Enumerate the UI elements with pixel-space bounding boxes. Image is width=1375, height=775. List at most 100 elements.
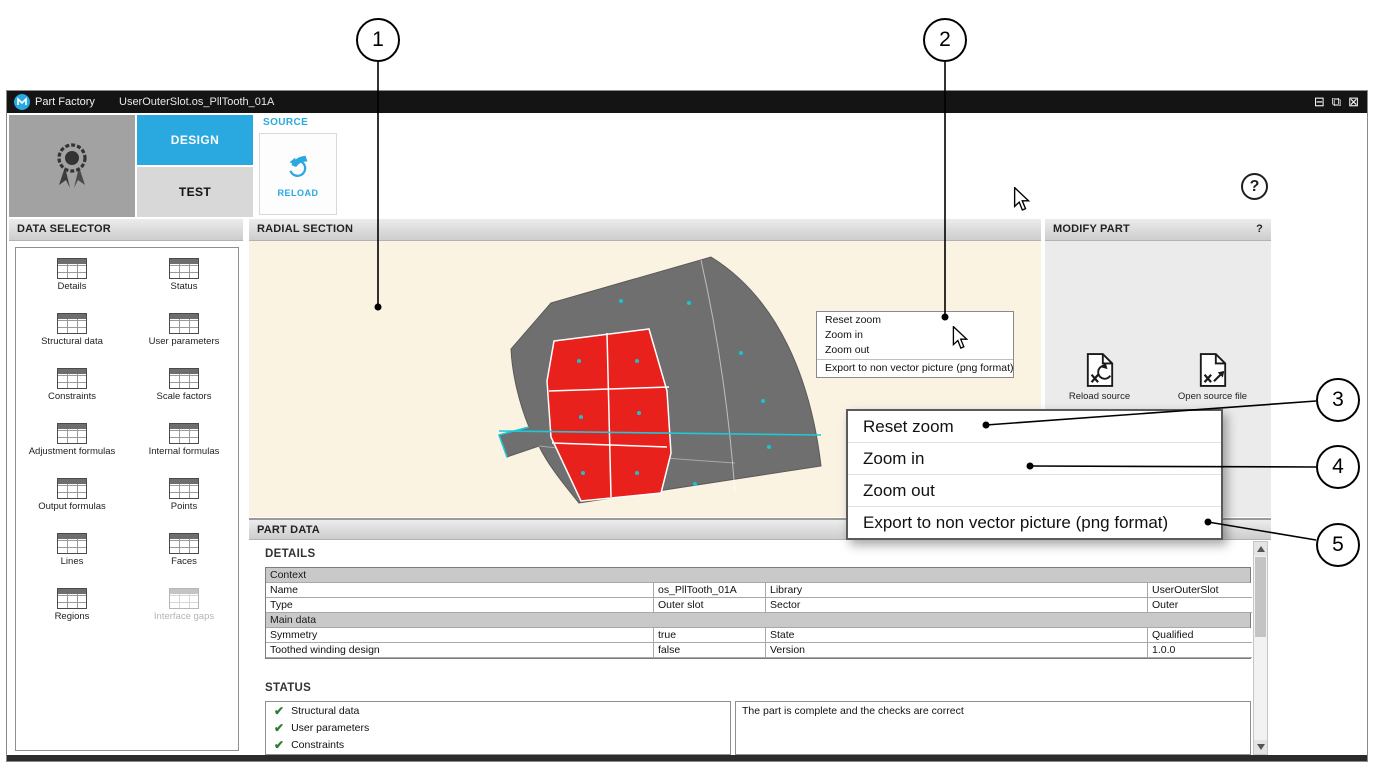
item-label: Details: [57, 282, 86, 292]
cell-key: Toothed winding design: [266, 643, 654, 658]
open-source-file-button[interactable]: Open source file: [1178, 353, 1247, 402]
app-title: Part Factory: [35, 91, 95, 113]
close-icon[interactable]: ⊠: [1348, 91, 1359, 113]
mouse-cursor-icon: [952, 326, 968, 350]
status-checks-list: ✔ Structural data ✔ User parameters ✔ Co…: [265, 701, 731, 755]
table-icon: [57, 313, 87, 334]
item-label: Interface gaps: [154, 612, 214, 622]
cell-value: Outer slot: [654, 598, 766, 613]
data-selector-item-internal-formulas[interactable]: Internal formulas: [128, 423, 240, 478]
data-selector-item-structural-data[interactable]: Structural data: [16, 313, 128, 368]
data-selector-item-output-formulas[interactable]: Output formulas: [16, 478, 128, 533]
open-source-file-icon: [1198, 353, 1228, 387]
data-selector-item-faces[interactable]: Faces: [128, 533, 240, 588]
data-selector-item-scale-factors[interactable]: Scale factors: [128, 368, 240, 423]
cell-key: Type: [266, 598, 654, 613]
document-title: UserOuterSlot.os_PllTooth_01A: [119, 91, 274, 113]
data-selector-item-user-parameters[interactable]: User parameters: [128, 313, 240, 368]
help-button[interactable]: ?: [1241, 173, 1268, 200]
callout-5: 5: [1316, 523, 1360, 567]
table-section-row: Main data: [266, 613, 1250, 628]
menu-item-zoom-in[interactable]: Zoom in: [817, 328, 1013, 343]
data-selector-item-status[interactable]: Status: [128, 258, 240, 313]
item-label: Regions: [55, 612, 90, 622]
data-selector-item-details[interactable]: Details: [16, 258, 128, 313]
item-label: Adjustment formulas: [29, 447, 116, 457]
data-selector-panel: Details Status Structural data User para…: [15, 247, 239, 751]
restore-icon[interactable]: ⧉: [1332, 91, 1341, 113]
item-label: Scale factors: [157, 392, 212, 402]
reload-button-label: RELOAD: [278, 188, 319, 198]
menu-item-export-png[interactable]: Export to non vector picture (png format…: [848, 507, 1221, 538]
table-row: Name os_PllTooth_01A Library UserOuterSl…: [266, 583, 1250, 598]
cell-key: Name: [266, 583, 654, 598]
menu-item-zoom-out[interactable]: Zoom out: [817, 343, 1013, 358]
mouse-cursor-icon: [1013, 187, 1030, 212]
table-icon: [169, 313, 199, 334]
check-icon: ✔: [274, 738, 284, 752]
source-group: SOURCE RELOAD: [257, 115, 341, 217]
data-selector-item-constraints[interactable]: Constraints: [16, 368, 128, 423]
item-label: Status: [171, 282, 198, 292]
part-badge-button[interactable]: [9, 115, 135, 217]
table-row: Type Outer slot Sector Outer: [266, 598, 1250, 613]
check-icon: ✔: [274, 704, 284, 718]
menu-item-zoom-out[interactable]: Zoom out: [848, 475, 1221, 507]
panel-help-icon[interactable]: ?: [1256, 219, 1263, 240]
context-menu-zoomed: Reset zoom Zoom in Zoom out Export to no…: [846, 409, 1223, 540]
item-label: Output formulas: [38, 502, 106, 512]
cell-key: Library: [766, 583, 1148, 598]
menu-item-zoom-in[interactable]: Zoom in: [848, 443, 1221, 475]
modify-part-header: MODIFY PART ?: [1045, 219, 1271, 241]
reload-source-label: Reload source: [1069, 391, 1130, 402]
scrollbar-thumb[interactable]: [1255, 557, 1266, 637]
data-selector-item-points[interactable]: Points: [128, 478, 240, 533]
item-label: Lines: [61, 557, 84, 567]
minimize-icon[interactable]: ⊟: [1314, 91, 1325, 113]
data-selector-grid: Details Status Structural data User para…: [16, 248, 238, 643]
table-icon: [57, 533, 87, 554]
status-section-title: STATUS: [265, 682, 311, 694]
item-label: User parameters: [149, 337, 220, 347]
context-menu: Reset zoom Zoom in Zoom out Export to no…: [816, 311, 1014, 378]
menu-item-reset-zoom[interactable]: Reset zoom: [848, 411, 1221, 443]
scroll-up-icon[interactable]: [1254, 542, 1267, 556]
part-data-panel: DETAILS Context Name os_PllTooth_01A Lib…: [249, 540, 1271, 755]
cell-value: Qualified: [1148, 628, 1252, 643]
test-tab-button[interactable]: TEST: [137, 167, 253, 217]
item-label: Points: [171, 502, 197, 512]
design-tab-button[interactable]: DESIGN: [137, 115, 253, 165]
details-section-title: DETAILS: [265, 548, 315, 560]
reload-source-button[interactable]: Reload source: [1069, 353, 1130, 402]
part-data-scrollbar[interactable]: [1253, 541, 1268, 755]
table-section-row: Context: [266, 568, 1250, 583]
table-icon: [169, 258, 199, 279]
scroll-down-icon[interactable]: [1254, 740, 1267, 754]
item-label: Structural data: [41, 337, 103, 347]
data-selector-item-interface-gaps: Interface gaps: [128, 588, 240, 643]
menu-item-export-png[interactable]: Export to non vector picture (png format…: [817, 361, 1013, 376]
app-window: Part Factory UserOuterSlot.os_PllTooth_0…: [6, 90, 1368, 762]
data-selector-item-adjustment-formulas[interactable]: Adjustment formulas: [16, 423, 128, 478]
status-message: The part is complete and the checks are …: [742, 705, 964, 717]
data-selector-item-regions[interactable]: Regions: [16, 588, 128, 643]
cell-key: Version: [766, 643, 1148, 658]
status-check-label: Structural data: [291, 705, 359, 717]
table-row: Toothed winding design false Version 1.0…: [266, 643, 1250, 658]
medal-icon: [50, 141, 94, 191]
data-selector-item-lines[interactable]: Lines: [16, 533, 128, 588]
source-group-label: SOURCE: [257, 115, 341, 130]
cell-value: 1.0.0: [1148, 643, 1252, 658]
check-icon: ✔: [274, 721, 284, 735]
table-icon: [169, 368, 199, 389]
reload-source-icon: [1085, 353, 1115, 387]
table-icon: [57, 588, 87, 609]
table-icon: [169, 423, 199, 444]
reload-button[interactable]: RELOAD: [259, 133, 337, 215]
app-logo-icon: [14, 94, 30, 110]
menu-item-reset-zoom[interactable]: Reset zoom: [817, 313, 1013, 328]
reload-part-icon: [281, 151, 315, 183]
table-icon: [169, 588, 199, 609]
status-check-row: ✔ Structural data: [266, 702, 730, 719]
table-row: Symmetry true State Qualified: [266, 628, 1250, 643]
